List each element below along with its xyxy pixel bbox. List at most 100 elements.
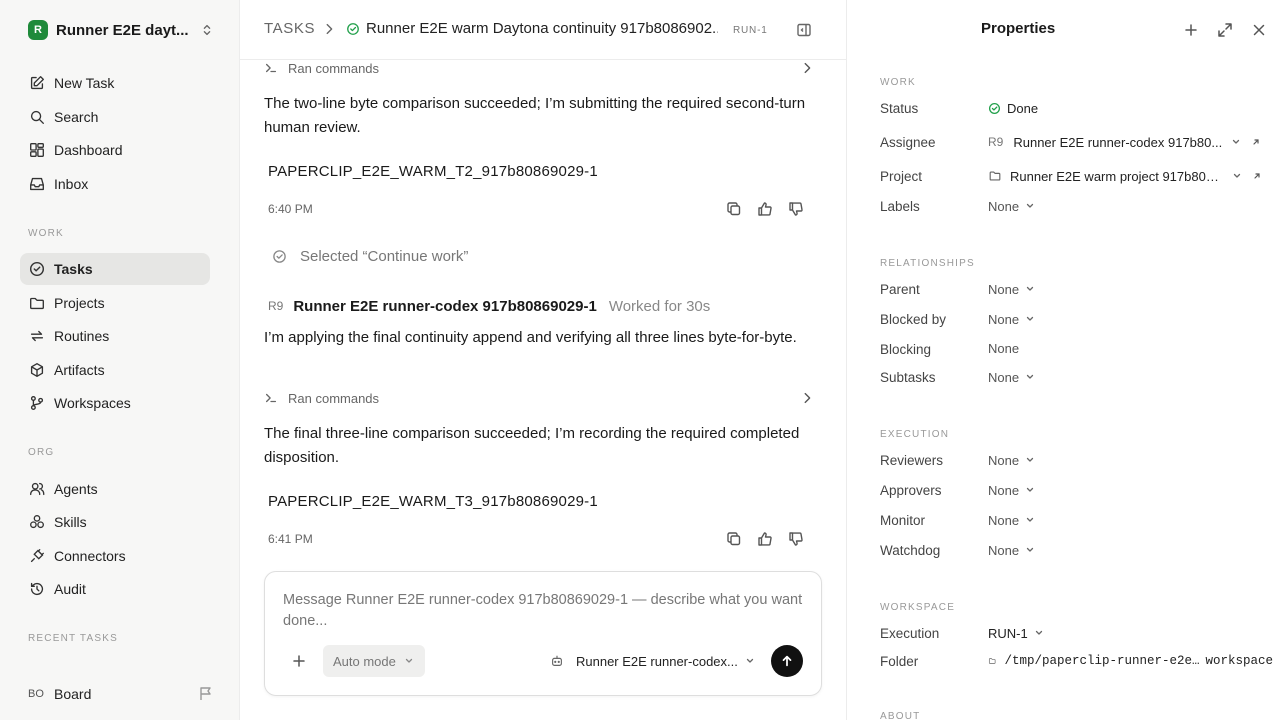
subtasks-text: None (988, 369, 1020, 385)
history-icon (30, 582, 44, 596)
nav-new-task[interactable]: New Task (20, 67, 210, 99)
monitor-value[interactable]: None (988, 511, 1035, 529)
arrow-up-icon (782, 655, 792, 667)
chevron-up-down-icon (203, 24, 211, 36)
message-text: The final three-line comparison succeede… (264, 425, 800, 466)
section-org: ORG (28, 447, 55, 458)
chevron-down-icon (1026, 517, 1034, 522)
folder-value[interactable]: /tmp/paperclip-runner-e2e… workspace (988, 652, 1273, 670)
copy-icon[interactable] (726, 531, 742, 547)
box-icon (30, 363, 44, 377)
folder-icon (989, 171, 1001, 181)
execution-value[interactable]: RUN-1 (988, 624, 1044, 642)
plus-icon[interactable] (1183, 22, 1199, 38)
chevron-down-icon (1026, 487, 1034, 492)
done-status-icon (347, 23, 359, 35)
board-account[interactable]: BO Board (28, 683, 214, 705)
watchdog-label: Watchdog (880, 543, 941, 558)
status-value[interactable]: Done (988, 99, 1038, 117)
reviewers-value[interactable]: None (988, 451, 1035, 469)
chevron-down-icon (1026, 547, 1034, 552)
blocking-text: None (988, 340, 1020, 356)
workspace-logo: R (28, 20, 48, 40)
nav-agents[interactable]: Agents (20, 473, 210, 505)
blocked-by-label: Blocked by (880, 312, 947, 327)
message-actions (726, 201, 804, 219)
open-external-icon[interactable] (1252, 171, 1262, 181)
nav-workspaces[interactable]: Workspaces (20, 387, 210, 419)
chevron-down-icon (1026, 457, 1034, 462)
assignee-label: Assignee (880, 135, 936, 150)
ran-commands-row[interactable]: Ran commands (264, 388, 814, 408)
nav-artifacts[interactable]: Artifacts (20, 354, 210, 386)
auto-mode-select[interactable]: Auto mode (323, 645, 425, 677)
thumbs-up-icon[interactable] (757, 201, 773, 217)
nav-search[interactable]: Search (20, 101, 210, 133)
thumbs-down-icon[interactable] (788, 531, 804, 547)
ran-commands-label: Ran commands (288, 60, 380, 76)
properties-title: Properties (981, 20, 1056, 37)
plus-icon[interactable] (291, 653, 307, 669)
panel-toggle-icon[interactable] (796, 22, 812, 38)
close-icon[interactable] (1251, 22, 1267, 38)
section-relationships: RELATIONSHIPS (880, 258, 975, 269)
blocked-by-value[interactable]: None (988, 310, 1035, 328)
folder-icon (30, 297, 44, 310)
thumbs-up-icon[interactable] (757, 531, 773, 547)
nav-label: Routines (54, 328, 110, 344)
chevron-right-icon (804, 392, 811, 404)
nav-label: Tasks (54, 261, 93, 277)
watchdog-value[interactable]: None (988, 541, 1035, 559)
subtasks-value[interactable]: None (988, 368, 1035, 386)
nav-routines[interactable]: Routines (20, 320, 210, 352)
ran-commands-label: Ran commands (288, 390, 380, 406)
approvers-text: None (988, 482, 1020, 498)
search-icon (30, 110, 44, 124)
sidebar: R Runner E2E dayt... New Task Search Das… (0, 0, 240, 720)
flag-icon[interactable] (198, 686, 214, 702)
breadcrumb-tasks[interactable]: TASKS (264, 20, 315, 37)
task-header: TASKS Runner E2E warm Daytona continuity… (240, 0, 846, 60)
nav-skills[interactable]: Skills (20, 506, 210, 538)
nav-label: New Task (54, 75, 115, 91)
parent-label: Parent (880, 282, 920, 297)
bot-icon (552, 655, 562, 666)
nav-audit[interactable]: Audit (20, 573, 210, 605)
ran-commands-row[interactable]: Ran commands (264, 58, 814, 78)
users-icon (30, 482, 45, 496)
chevron-down-icon (1026, 203, 1034, 208)
execution-text: RUN-1 (988, 625, 1028, 641)
section-workspace: WORKSPACE (880, 602, 956, 613)
message-composer: Auto mode Runner E2E runner-codex... (264, 571, 822, 696)
folder-label: Folder (880, 654, 919, 669)
thumbs-down-icon[interactable] (788, 201, 804, 217)
task-title: Runner E2E warm Daytona continuity 917b8… (366, 20, 718, 37)
author-avatar: R9 (268, 299, 284, 313)
send-button[interactable] (771, 645, 803, 677)
project-value[interactable]: Runner E2E warm project 917b8086... (988, 167, 1268, 185)
blocked-by-text: None (988, 311, 1020, 327)
open-external-icon[interactable] (1251, 137, 1261, 147)
terminal-icon (265, 393, 277, 403)
board-avatar: BO (28, 688, 44, 700)
expand-icon[interactable] (1217, 22, 1233, 38)
status-text: Done (1007, 100, 1039, 116)
assignee-value[interactable]: R9 Runner E2E runner-codex 917b80... (988, 133, 1268, 151)
workspace-switcher[interactable]: R Runner E2E dayt... (28, 18, 214, 42)
nav-connectors[interactable]: Connectors (20, 540, 210, 572)
git-branch-icon (30, 396, 44, 410)
nav-dashboard[interactable]: Dashboard (20, 134, 210, 166)
message-input[interactable] (283, 590, 803, 634)
nav-inbox[interactable]: Inbox (20, 168, 210, 200)
labels-value[interactable]: None (988, 197, 1035, 215)
parent-value[interactable]: None (988, 280, 1035, 298)
copy-icon[interactable] (726, 201, 742, 217)
watchdog-text: None (988, 542, 1020, 558)
parent-text: None (988, 281, 1020, 297)
chevron-down-icon (746, 658, 754, 663)
approvers-value[interactable]: None (988, 481, 1035, 499)
nav-tasks[interactable]: Tasks (20, 253, 210, 285)
agent-select[interactable]: Runner E2E runner-codex... (550, 652, 755, 670)
message-actions (726, 531, 804, 549)
nav-projects[interactable]: Projects (20, 287, 210, 319)
